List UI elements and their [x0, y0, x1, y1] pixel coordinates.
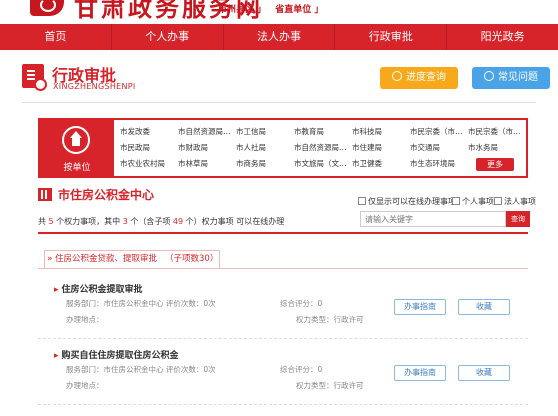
summary-text: 共: [38, 217, 49, 226]
region-links: 市州县区 」 省直单位 」: [218, 2, 329, 15]
section-subtitle: XINGZHENGSHENPI: [53, 82, 136, 91]
summary-sub: 49: [172, 217, 184, 226]
department-link[interactable]: 市水务局: [468, 140, 526, 156]
department-link[interactable]: 市民政局: [120, 140, 178, 156]
item-score: 综合评分：0: [280, 299, 323, 308]
department-row: 市农业农村局 市林草局 市商务局 市文旅局（文… 市卫健委 市生态环境局 更多: [120, 156, 526, 172]
department-link[interactable]: 市科技局: [352, 124, 410, 140]
center-divider: [38, 232, 528, 234]
home-icon: [62, 126, 90, 154]
category-count: （子项数30）: [165, 254, 219, 264]
department-grid: 市发改委 市自然资源局… 市工信局 市教育局 市科技局 市民宗委（市… 市民宗委…: [120, 124, 526, 172]
center-title: 市住房公积金中心: [58, 188, 155, 202]
filter-label: 仅显示可以在线办理事项: [368, 197, 456, 206]
filter-corporate[interactable]: 法人事项: [494, 196, 536, 207]
nav-corporate[interactable]: 法人办事: [224, 24, 336, 50]
search-input[interactable]: [360, 211, 506, 227]
clock-icon: [392, 71, 402, 81]
more-departments-button[interactable]: 更多: [476, 158, 514, 171]
item-title[interactable]: 住房公积金提取审批: [54, 282, 143, 295]
region-link-city[interactable]: 市州县区 」: [218, 5, 266, 15]
nav-personal[interactable]: 个人办事: [112, 24, 224, 50]
department-link[interactable]: 市自然资源局…: [294, 140, 352, 156]
approval-document-icon: [22, 64, 47, 91]
collect-button[interactable]: 收藏: [458, 299, 510, 315]
progress-query-label: 进度查询: [406, 72, 446, 83]
nav-sunshine[interactable]: 阳光政务: [447, 24, 558, 50]
filter-label: 个人事项: [462, 197, 494, 206]
filter-label: 法人事项: [504, 197, 536, 206]
question-icon: [484, 71, 494, 81]
department-link[interactable]: 市人社局: [236, 140, 294, 156]
department-link[interactable]: 市自然资源局…: [178, 124, 236, 140]
department-link[interactable]: 市文旅局（文…: [294, 156, 352, 172]
item-type: 权力类型：行政许可: [296, 381, 364, 390]
checkbox-icon[interactable]: [358, 197, 366, 205]
department-link[interactable]: 市民宗委（市…: [410, 124, 468, 140]
item-type: 权力类型：行政许可: [296, 315, 364, 324]
department-link[interactable]: 市生态环境局: [410, 156, 468, 172]
collect-button[interactable]: 收藏: [458, 365, 510, 381]
checkbox-icon[interactable]: [494, 197, 502, 205]
item-separator: [38, 404, 528, 405]
item-meta: 服务部门：市住房公积金中心 评价次数：0次: [66, 299, 216, 308]
main-nav: 首页 个人办事 法人办事 行政审批 阳光政务: [0, 24, 558, 50]
item-meta: 服务部门：市住房公积金中心 评价次数：0次: [66, 365, 216, 374]
department-link[interactable]: 市农业农村局: [120, 156, 178, 172]
item-score: 综合评分：0: [280, 365, 323, 374]
checkbox-icon[interactable]: [452, 197, 460, 205]
item-location: 办理地点：: [66, 381, 104, 390]
department-link[interactable]: 市卫健委: [352, 156, 410, 172]
department-row: 市民政局 市财政局 市人社局 市自然资源局… 市住建局 市交通局 市水务局: [120, 140, 526, 156]
item-separator: [38, 338, 528, 339]
department-link[interactable]: 市发改委: [120, 124, 178, 140]
department-side: 按单位: [40, 120, 114, 176]
department-link[interactable]: 市林草局: [178, 156, 236, 172]
filter-online-only[interactable]: 仅显示可以在线办理事项: [358, 196, 456, 207]
faq-button[interactable]: 常见问题: [472, 67, 550, 89]
nav-approval[interactable]: 行政审批: [335, 24, 448, 50]
department-side-label: 按单位: [63, 163, 91, 173]
guide-button[interactable]: 办事指南: [394, 299, 446, 315]
department-panel: 按单位 市发改委 市自然资源局… 市工信局 市教育局 市科技局 市民宗委（市… …: [38, 118, 528, 178]
region-link-province[interactable]: 省直单位 」: [275, 5, 323, 15]
department-row: 市发改委 市自然资源局… 市工信局 市教育局 市科技局 市民宗委（市… 市民宗委…: [120, 124, 526, 140]
item-title[interactable]: 购买自住住房提取住房公积金: [54, 348, 179, 361]
section-divider: [22, 102, 536, 103]
department-link[interactable]: 市住建局: [352, 140, 410, 156]
search-button[interactable]: 查询: [506, 211, 530, 227]
progress-query-button[interactable]: 进度查询: [380, 67, 458, 89]
item-location: 办理地点：: [66, 315, 104, 324]
guide-button[interactable]: 办事指南: [394, 365, 446, 381]
list-item: 住房公积金提取审批 服务部门：市住房公积金中心 评价次数：0次 综合评分：0 办…: [54, 282, 528, 342]
summary-text: 个权力事项，其中: [53, 217, 123, 226]
site-logo[interactable]: [30, 0, 64, 16]
building-icon: [38, 188, 52, 201]
department-link[interactable]: 市财政局: [178, 140, 236, 156]
site-header: 甘肃政务服务网 市州县区 」 省直单位 」: [0, 0, 558, 24]
department-link[interactable]: 市工信局: [236, 124, 294, 140]
department-link[interactable]: 市商务局: [236, 156, 294, 172]
nav-home[interactable]: 首页: [0, 24, 112, 50]
summary-text: 个）权力事项 可以在线办理: [183, 217, 285, 226]
category-tab[interactable]: 住房公积金贷款、提取审批 （子项数30）: [44, 250, 220, 269]
faq-label: 常见问题: [498, 72, 538, 83]
department-link[interactable]: 市民宗委（市…: [468, 124, 526, 140]
department-link[interactable]: 市教育局: [294, 124, 352, 140]
list-item: 购买自住住房提取住房公积金 服务部门：市住房公积金中心 评价次数：0次 综合评分…: [54, 348, 528, 408]
department-link[interactable]: 市交通局: [410, 140, 468, 156]
section-header: 行政审批 XINGZHENGSHENPI 进度查询 常见问题: [22, 60, 550, 98]
category-label: 住房公积金贷款、提取审批: [55, 254, 158, 264]
matter-summary: 共 5 个权力事项，其中 3 个（含子项 49 个）权力事项 可以在线办理: [38, 216, 284, 227]
summary-text: 个（含子项: [127, 217, 173, 226]
filter-personal[interactable]: 个人事项: [452, 196, 494, 207]
